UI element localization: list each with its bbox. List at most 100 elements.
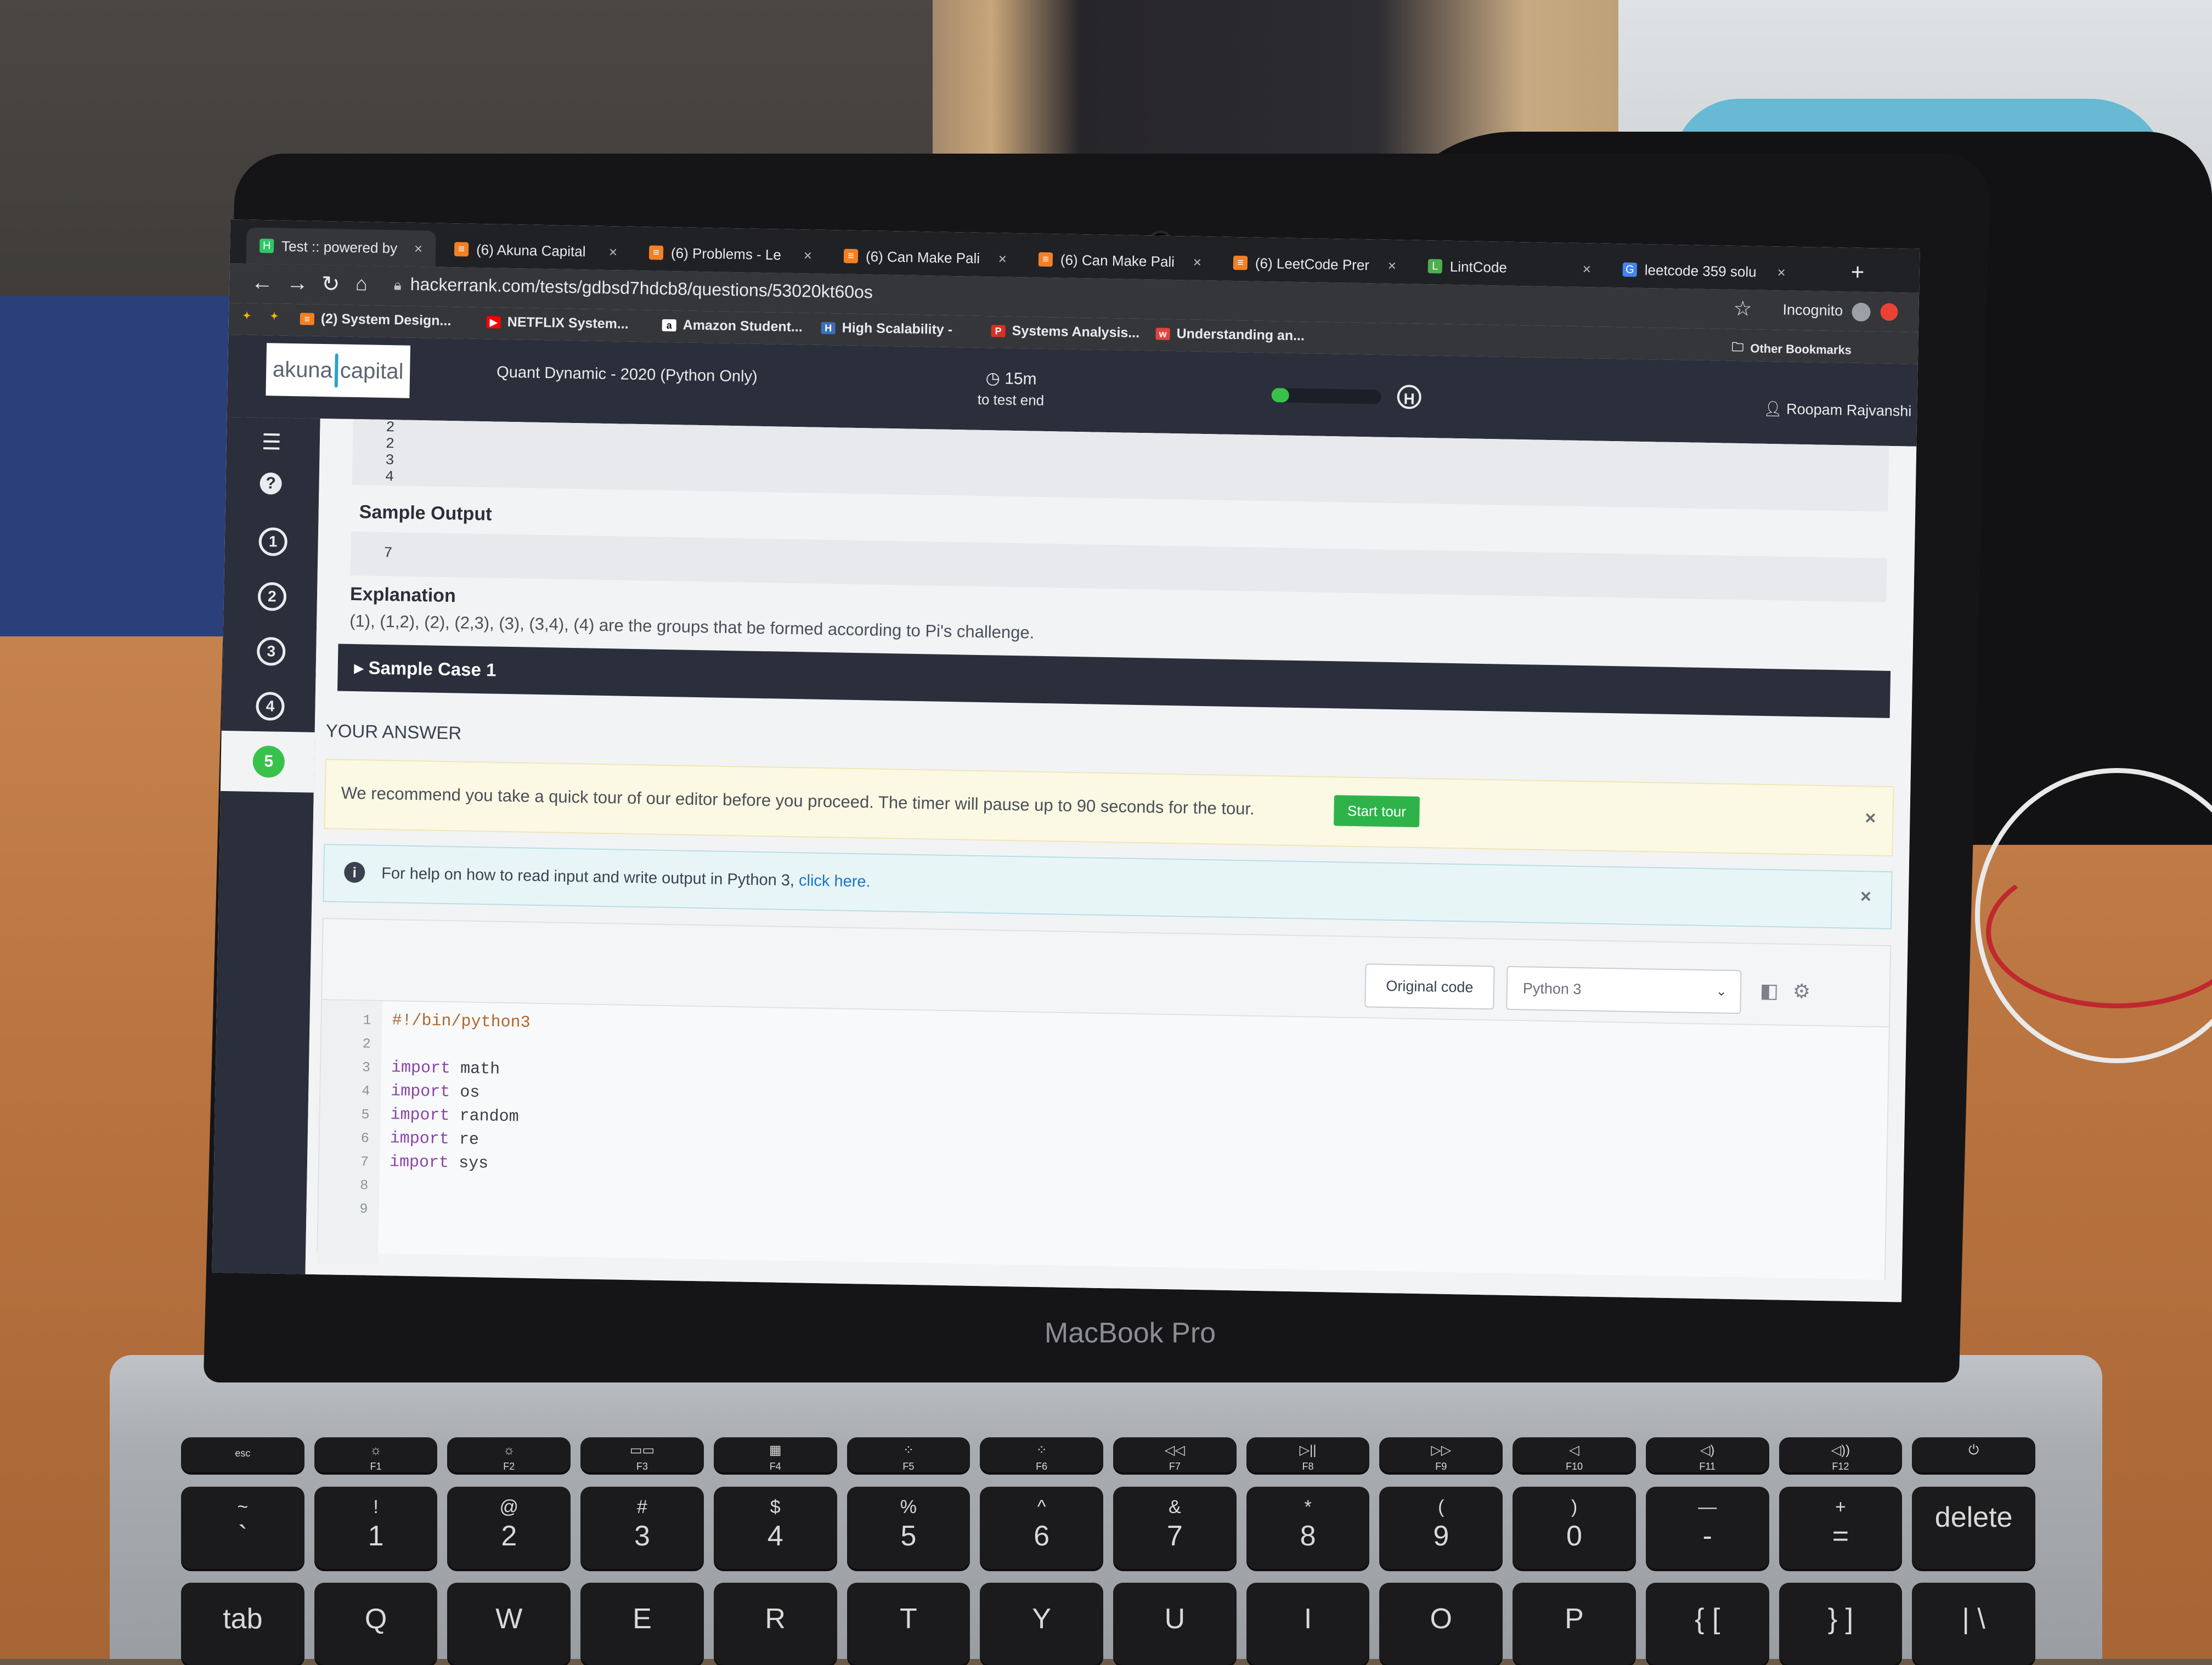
keyboard-key: — - <box>1645 1487 1769 1569</box>
question-nav-item[interactable]: 2 <box>257 582 287 611</box>
code-line: import random <box>390 1105 519 1127</box>
bookmark-item[interactable]: w Understanding an... <box>1155 325 1305 344</box>
bookmark-item[interactable]: ✦ <box>240 309 261 322</box>
bookmark-star-icon[interactable]: ☆ <box>1733 296 1752 321</box>
help-text: For help on how to read input and write … <box>381 864 795 890</box>
back-icon[interactable]: ← <box>251 270 274 296</box>
browser-tab[interactable]: L LintCode × <box>1414 248 1604 287</box>
close-tab-icon[interactable]: × <box>414 240 423 257</box>
browser-tab[interactable]: ≡ (6) Problems - Le × <box>635 234 825 274</box>
close-tab-icon[interactable]: × <box>609 244 618 261</box>
keyboard-key: ⏻ <box>1912 1437 2035 1472</box>
bookmark-item[interactable]: P Systems Analysis... <box>991 323 1139 341</box>
caret-right-icon: ▸ <box>354 657 369 678</box>
close-tab-icon[interactable]: × <box>1777 264 1786 281</box>
close-tour-icon[interactable]: × <box>1865 808 1876 829</box>
help-icon[interactable]: ? <box>259 472 282 495</box>
layout-toggle-icon[interactable]: ◧ <box>1760 979 1779 1003</box>
other-bookmarks[interactable]: 🗀 Other Bookmarks <box>1731 338 1852 361</box>
bookmark-item[interactable]: ≡ (2) System Design... <box>300 311 452 329</box>
keyboard-key: ◁◁ F7 <box>1113 1437 1237 1472</box>
explanation-text: (1), (1,2), (2), (2,3), (3), (3,4), (4) … <box>349 611 1035 642</box>
bookmark-label: Systems Analysis... <box>1012 323 1140 341</box>
home-icon[interactable]: ⌂ <box>356 272 368 295</box>
keyboard-key: ⁘ F5 <box>847 1437 970 1472</box>
io-help-banner: i For help on how to read input and writ… <box>323 844 1893 930</box>
close-tab-icon[interactable]: × <box>1193 253 1201 270</box>
user-menu[interactable]: 👤︎ Roopam Rajvanshi <box>1763 400 1911 420</box>
list-icon[interactable]: ☰ <box>262 430 282 455</box>
close-tab-icon[interactable]: × <box>1387 257 1396 274</box>
browser-tab[interactable]: ≡ (6) Akuna Capital × <box>441 231 631 270</box>
reload-icon[interactable]: ↻ <box>321 272 340 297</box>
keyboard-key: * 8 <box>1246 1487 1370 1569</box>
forward-icon[interactable]: → <box>286 271 309 296</box>
keyboard-key: ▷▷ F9 <box>1379 1437 1503 1472</box>
original-code-button[interactable]: Original code <box>1364 963 1495 1010</box>
info-icon: i <box>343 861 365 883</box>
stack-overflow-icon: ≡ <box>648 245 664 260</box>
gear-icon[interactable]: ⚙ <box>1793 980 1811 1003</box>
keyboard-key: R <box>713 1583 837 1665</box>
hackerrank-icon: H <box>259 238 274 253</box>
incognito-icon[interactable] <box>1852 302 1871 322</box>
hackerrank-logo-icon: H <box>1397 385 1422 409</box>
bookmark-label: High Scalability - <box>842 320 953 337</box>
question-nav-item[interactable]: 1 <box>258 527 288 556</box>
extension-icon[interactable] <box>1880 303 1898 321</box>
keyboard-key: delete <box>1912 1487 2035 1569</box>
keyboard-key: + = <box>1779 1487 1903 1569</box>
browser-tab[interactable]: Gleetcode 359 solu × <box>1609 251 1799 291</box>
close-help-icon[interactable]: × <box>1860 886 1872 907</box>
new-tab-button[interactable]: + <box>1850 259 1864 285</box>
line-number: 8 <box>360 1177 369 1194</box>
company-logo: akuna capital <box>266 343 411 398</box>
keyboard-key: O <box>1379 1583 1503 1665</box>
browser-tab[interactable]: ≡ (6) Can Make Pali × <box>830 238 1020 277</box>
keyboard-key: % 5 <box>847 1487 970 1569</box>
tab-title: Test :: powered by <box>281 238 398 256</box>
keyboard-key: P <box>1513 1583 1636 1665</box>
question-nav-item[interactable]: 3 <box>256 636 286 666</box>
browser-tab[interactable]: ≡ (6) LeetCode Prer × <box>1220 244 1409 284</box>
keyboard-key: ! 1 <box>314 1487 438 1569</box>
code-line: #!/bin/python3 <box>392 1011 531 1032</box>
language-select[interactable]: Python 3 ⌄ <box>1506 966 1742 1014</box>
close-tab-icon[interactable]: × <box>1582 261 1591 278</box>
tab-title: (6) LeetCode Prer <box>1255 255 1370 273</box>
start-tour-button[interactable]: Start tour <box>1334 795 1420 827</box>
bookmark-item[interactable]: ▶ NETFLIX System... <box>486 314 629 332</box>
keyboard-key: } ] <box>1779 1583 1903 1665</box>
incognito-label: Incognito <box>1782 301 1843 319</box>
browser-tab[interactable]: ≡ (6) Can Make Pali × <box>1025 241 1215 280</box>
line-number: 9 <box>359 1201 368 1217</box>
sample-output-block: 7 <box>350 531 1887 602</box>
keyboard-key: W <box>447 1583 571 1665</box>
keyboard-key: { [ <box>1645 1583 1769 1665</box>
keyboard-key: Y <box>980 1583 1103 1665</box>
question-number: 5 <box>252 745 285 778</box>
browser-tab[interactable]: H Test :: powered by × <box>246 227 436 267</box>
keyboard-key: ◁ F10 <box>1513 1437 1636 1472</box>
keyboard-key: ^ 6 <box>980 1487 1103 1569</box>
bookmark-label: NETFLIX System... <box>507 314 629 332</box>
help-link[interactable]: click here. <box>799 872 871 890</box>
code-editor[interactable]: 1 #!/bin/python3 2 3 import math 4 import os 5 i… <box>317 1000 1890 1280</box>
question-nav-item[interactable]: 5 <box>220 730 315 793</box>
close-tab-icon[interactable]: × <box>998 250 1007 267</box>
keyboard-key: esc <box>181 1437 304 1472</box>
line-number: 6 <box>360 1130 370 1147</box>
star-apps-icon: ✦ <box>242 310 251 321</box>
bookmark-item[interactable]: ✦ <box>267 310 288 323</box>
address-bar[interactable]: 🔒︎ hackerrank.com/tests/gdbsd7hdcb8/quest… <box>394 274 873 302</box>
lock-icon: 🔒︎ <box>393 276 402 294</box>
bookmark-item[interactable]: H High Scalability - <box>821 320 952 338</box>
bookmark-item[interactable]: a Amazon Student... <box>662 317 803 335</box>
close-tab-icon[interactable]: × <box>804 247 812 264</box>
url-text: hackerrank.com/tests/gdbsd7hdcb8/questio… <box>410 274 873 302</box>
keyboard-key: ▷|| F8 <box>1246 1437 1370 1472</box>
tab-title: (6) Can Make Pali <box>1060 251 1175 270</box>
chevron-down-icon: ⌄ <box>1716 984 1728 999</box>
sample-case-toggle[interactable]: ▸ Sample Case 1 <box>337 644 1891 718</box>
question-nav-item[interactable]: 4 <box>256 691 285 721</box>
